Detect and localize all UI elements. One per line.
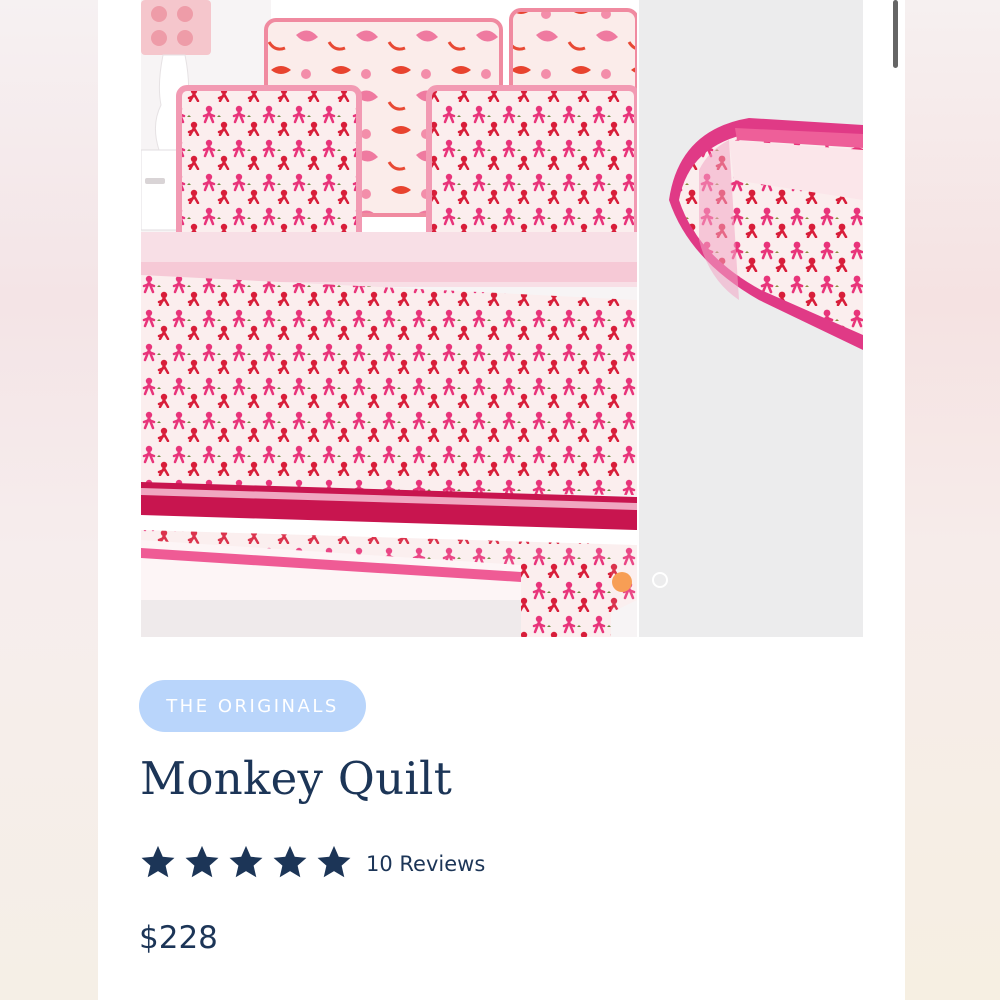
star-icon [317, 845, 351, 878]
product-price: $228 [139, 920, 218, 956]
product-image-carousel[interactable] [141, 0, 863, 637]
reviews-link[interactable]: 10 Reviews [366, 852, 485, 876]
background-right [905, 0, 1000, 1000]
carousel-dot-active[interactable] [612, 572, 632, 592]
star-icon [273, 845, 307, 878]
collection-badge[interactable]: THE ORIGINALS [139, 680, 366, 732]
star-icon [229, 845, 263, 878]
scrollbar[interactable] [893, 0, 898, 68]
product-image-bed[interactable] [141, 0, 637, 637]
carousel-dot[interactable] [652, 572, 668, 588]
star-rating[interactable] [139, 843, 353, 887]
star-icon [185, 845, 219, 878]
product-title: Monkey Quilt [140, 752, 453, 805]
star-icon [141, 845, 175, 878]
product-image-folded[interactable] [639, 0, 863, 637]
background-left [0, 0, 98, 1000]
